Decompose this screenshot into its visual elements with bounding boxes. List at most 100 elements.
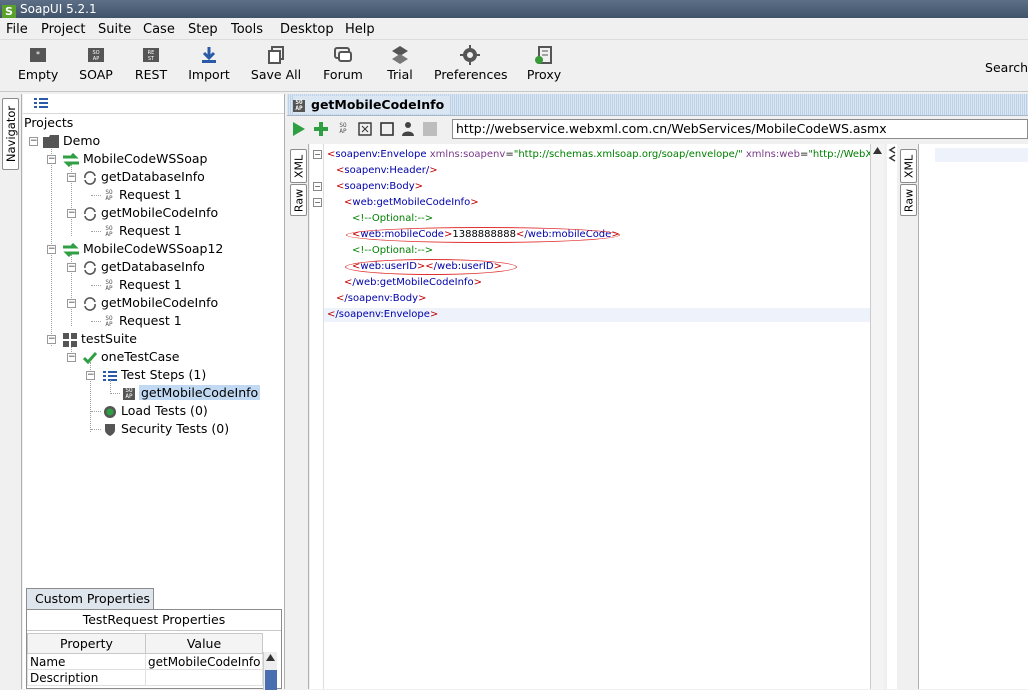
tree-operation-getdatabaseinfo[interactable]: getDatabaseInfo xyxy=(83,258,205,276)
menu-case[interactable]: Case xyxy=(143,22,175,37)
endpoint-url-field[interactable]: http://webservice.webxml.com.cn/WebServi… xyxy=(452,119,1028,139)
collapse-toggle[interactable]: − xyxy=(29,137,38,146)
menu-suite[interactable]: Suite xyxy=(98,22,131,37)
xml-line: <soapenv:Body> xyxy=(336,181,424,192)
tree-interface-soap12[interactable]: MobileCodeWSSoap12 xyxy=(63,240,223,258)
collapse-toggle[interactable]: − xyxy=(86,371,95,380)
tree-test-steps[interactable]: Test Steps (1) xyxy=(103,366,206,384)
response-xml-area[interactable] xyxy=(935,148,1028,162)
fold-toggle[interactable]: − xyxy=(313,150,322,159)
tree-request[interactable]: SO AP Request 1 xyxy=(103,276,181,294)
tab-raw[interactable]: Raw xyxy=(900,184,917,216)
column-header-value[interactable]: Value xyxy=(145,633,263,654)
editor-title: SO AP getMobileCodeInfo xyxy=(293,96,451,114)
save-all-button[interactable]: Save All xyxy=(250,40,302,90)
tree-request[interactable]: SO AP Request 1 xyxy=(103,312,181,330)
proxy-button[interactable]: Proxy xyxy=(526,40,562,90)
properties-title: TestRequest Properties xyxy=(27,610,281,631)
collapse-toggle[interactable]: − xyxy=(67,299,76,308)
menu-tools[interactable]: Tools xyxy=(231,22,263,37)
collapse-toggle[interactable]: − xyxy=(67,263,76,272)
import-icon xyxy=(202,47,216,63)
collapse-toggle[interactable]: − xyxy=(67,209,76,218)
tree-load-tests[interactable]: Load Tests (0) xyxy=(103,402,208,420)
svg-text:*: * xyxy=(36,50,40,59)
table-row[interactable]: Description xyxy=(27,669,263,686)
properties-panel: Custom Properties TestRequest Properties… xyxy=(26,588,282,690)
menu-step[interactable]: Step xyxy=(188,22,218,37)
scroll-up-arrow-icon[interactable] xyxy=(266,654,275,661)
menu-project[interactable]: Project xyxy=(41,22,85,37)
highlight-oval-userid xyxy=(345,259,517,275)
fold-toggle[interactable]: − xyxy=(313,182,322,191)
navigator-tab[interactable]: Navigator xyxy=(2,98,19,170)
menu-file[interactable]: File xyxy=(6,22,28,37)
column-header-property[interactable]: Property xyxy=(27,633,146,654)
search-label[interactable]: Search xyxy=(985,60,1028,75)
tree-root-projects[interactable]: Projects xyxy=(24,114,73,132)
empty-project-button[interactable]: * Empty xyxy=(18,40,58,90)
soap-request-icon[interactable]: SO AP xyxy=(337,123,349,135)
run-icon[interactable] xyxy=(292,121,306,137)
collapse-arrows-icon[interactable] xyxy=(888,146,896,162)
tab-raw[interactable]: Raw xyxy=(290,184,307,216)
stop-icon[interactable] xyxy=(380,122,394,136)
import-button[interactable]: Import xyxy=(186,40,232,90)
tree-security-tests[interactable]: Security Tests (0) xyxy=(103,420,229,438)
tab-xml[interactable]: XML xyxy=(900,149,917,183)
list-view-icon[interactable] xyxy=(34,97,48,109)
tree-operation-getmobilecodeinfo[interactable]: getMobileCodeInfo xyxy=(83,294,218,312)
tree-test-step-selected[interactable]: SO AP getMobileCodeInfo xyxy=(123,384,261,402)
tree-operation-getdatabaseinfo[interactable]: getDatabaseInfo xyxy=(83,168,205,186)
scrollbar-thumb[interactable] xyxy=(265,670,277,690)
tab-xml[interactable]: XML xyxy=(290,149,307,183)
tree-operation-getmobilecodeinfo[interactable]: getMobileCodeInfo xyxy=(83,204,218,222)
xml-line: <web:getMobileCodeInfo> xyxy=(344,197,479,208)
request-pane: XML Raw − − − <soapenv:Envelope xmlns:so… xyxy=(287,144,887,689)
tree-project-demo[interactable]: Demo xyxy=(43,132,100,150)
soapui-logo-icon: S xyxy=(2,5,16,19)
table-row[interactable]: Name getMobileCodeInfo xyxy=(27,653,263,670)
soap-request-icon: SO AP xyxy=(293,99,305,112)
xml-editor[interactable]: <soapenv:Envelope xmlns:soapenv="http://… xyxy=(324,144,870,689)
disabled-icon[interactable] xyxy=(423,122,437,136)
property-value[interactable]: getMobileCodeInfo xyxy=(145,653,263,670)
trial-button[interactable]: Trial xyxy=(384,40,416,90)
tree-line xyxy=(91,411,101,412)
highlight-oval-mobilecode xyxy=(346,227,620,243)
scroll-up-arrow-icon[interactable] xyxy=(873,147,882,154)
soap-request-icon: SO AP xyxy=(123,387,135,400)
menu-help[interactable]: Help xyxy=(345,22,375,37)
collapse-toggle[interactable]: − xyxy=(47,245,56,254)
add-icon[interactable] xyxy=(313,121,329,137)
request-side-tabs: XML Raw xyxy=(287,144,309,689)
custom-properties-tab[interactable]: Custom Properties xyxy=(26,588,154,610)
forum-button[interactable]: Forum xyxy=(320,40,366,90)
tree-testcase[interactable]: oneTestCase xyxy=(83,348,179,366)
format-icon[interactable] xyxy=(358,122,372,136)
properties-scrollbar[interactable] xyxy=(263,652,277,690)
xml-comment: <!--Optional:--> xyxy=(352,213,434,224)
tree-interface-soap[interactable]: MobileCodeWSSoap xyxy=(63,150,207,168)
editor-toolbar: SO AP http://webservice.webxml.com.cn/Web… xyxy=(287,117,1028,143)
editor-titlebar: SO AP getMobileCodeInfo xyxy=(287,94,1028,116)
tree-request[interactable]: SO AP Request 1 xyxy=(103,222,181,240)
collapse-toggle[interactable]: − xyxy=(67,353,76,362)
folder-icon xyxy=(43,135,59,148)
collapse-toggle[interactable]: − xyxy=(47,155,56,164)
soap-request-icon: SO AP xyxy=(105,314,113,328)
operation-icon xyxy=(84,260,96,275)
property-value[interactable] xyxy=(145,669,263,686)
forum-icon xyxy=(334,47,352,62)
user-icon[interactable] xyxy=(401,121,415,137)
collapse-toggle[interactable]: − xyxy=(47,335,56,344)
soap-project-button[interactable]: SO AP SOAP xyxy=(78,40,114,90)
fold-toggle[interactable]: − xyxy=(313,198,322,207)
tree-request[interactable]: SO AP Request 1 xyxy=(103,186,181,204)
collapse-toggle[interactable]: − xyxy=(67,173,76,182)
menu-desktop[interactable]: Desktop xyxy=(280,22,334,37)
tree-testsuite[interactable]: testSuite xyxy=(63,330,137,348)
rest-project-button[interactable]: RE ST REST xyxy=(133,40,169,90)
preferences-button[interactable]: Preferences xyxy=(434,40,508,90)
request-scrollbar[interactable] xyxy=(870,144,884,689)
